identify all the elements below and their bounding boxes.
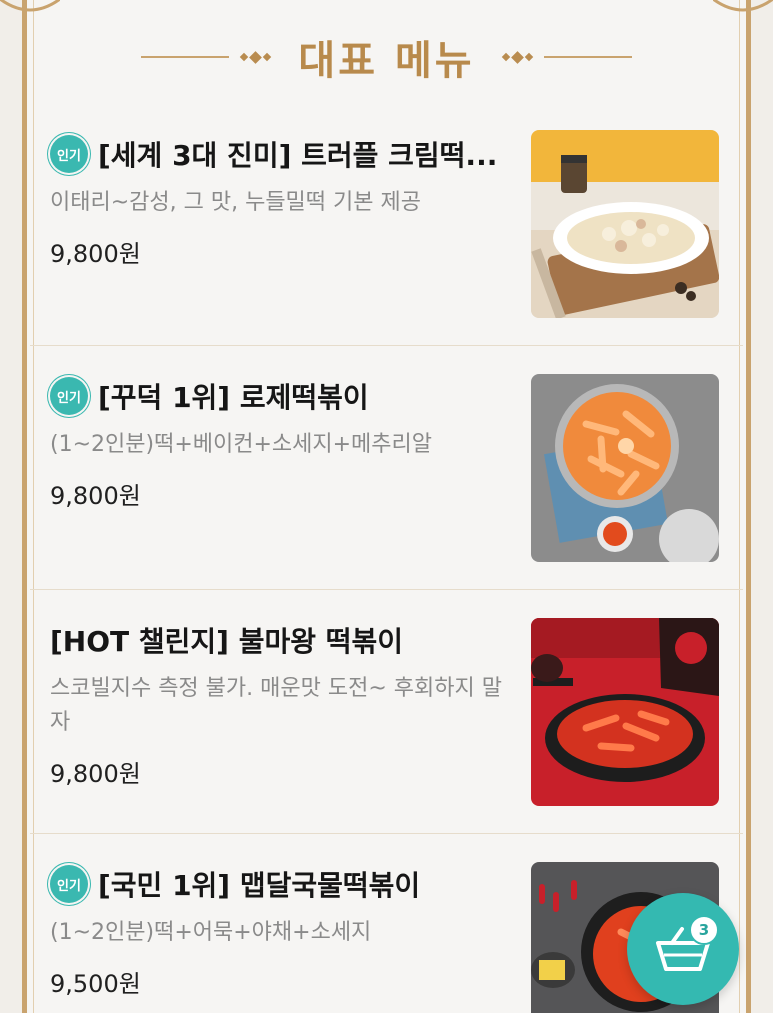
fire-king-tteokbokki-photo[interactable] (531, 618, 719, 806)
diamond-ornament-left (240, 50, 272, 64)
menu-item-text: [HOT 챌린지] 불마왕 떡볶이 스코빌지수 측정 불가. 매운맛 도전~ 후… (50, 616, 520, 789)
header-divider-left (141, 56, 230, 58)
menu-item-description: 이태리~감성, 그 맛, 누들밀떡 기본 제공 (50, 190, 421, 215)
menu-item-price: 9,800원 (50, 760, 141, 788)
menu-item-price: 9,800원 (50, 240, 141, 268)
section-header: 대표 메뉴 (0, 30, 773, 84)
menu-item-name: [꾸덕 1위] 로제떡볶이 (98, 381, 369, 414)
popular-badge: 인기 (50, 865, 88, 903)
menu-item-name: [HOT 챌린지] 불마왕 떡볶이 (50, 625, 404, 658)
menu-item-fire-king[interactable]: [HOT 챌린지] 불마왕 떡볶이 스코빌지수 측정 불가. 매운맛 도전~ 후… (30, 590, 743, 834)
menu-item-description: (1~2인분)떡+베이컨+소세지+메추리알 (50, 432, 433, 457)
menu-item-rose[interactable]: 인기 [꾸덕 1위] 로제떡볶이 (1~2인분)떡+베이컨+소세지+메추리알 9… (30, 346, 743, 590)
menu-item-price: 9,500원 (50, 970, 141, 998)
popular-badge: 인기 (50, 377, 88, 415)
menu-item-text: 인기 [국민 1위] 맵달국물떡볶이 (1~2인분)떡+어묵+야채+소세지 9,… (50, 860, 520, 999)
header-divider-right (543, 56, 632, 58)
cart-count-badge: 3 (689, 915, 719, 945)
rose-tteokbokki-photo[interactable] (531, 374, 719, 562)
cart-button[interactable]: 3 (627, 893, 739, 1005)
menu-item-truffle-cream[interactable]: 인기 [세계 3대 진미] 트러플 크림떡... 이태리~감성, 그 맛, 누들… (30, 110, 743, 346)
menu-item-description: (1~2인분)떡+어묵+야채+소세지 (50, 920, 372, 945)
menu-item-name: [국민 1위] 맵달국물떡볶이 (98, 869, 421, 902)
corner-ornament-left (0, 0, 60, 12)
menu-item-text: 인기 [꾸덕 1위] 로제떡볶이 (1~2인분)떡+베이컨+소세지+메추리알 9… (50, 372, 520, 511)
menu-item-price: 9,800원 (50, 482, 141, 510)
menu-item-description: 스코빌지수 측정 불가. 매운맛 도전~ 후회하지 말자 (50, 676, 502, 735)
truffle-cream-tteokbokki-photo[interactable] (531, 130, 719, 318)
menu-item-name: [세계 3대 진미] 트러플 크림떡... (98, 139, 498, 172)
diamond-ornament-right (501, 50, 533, 64)
popular-badge: 인기 (50, 135, 88, 173)
menu-item-text: 인기 [세계 3대 진미] 트러플 크림떡... 이태리~감성, 그 맛, 누들… (50, 130, 520, 269)
corner-ornament-right (713, 0, 773, 12)
section-title: 대표 메뉴 (298, 38, 475, 84)
